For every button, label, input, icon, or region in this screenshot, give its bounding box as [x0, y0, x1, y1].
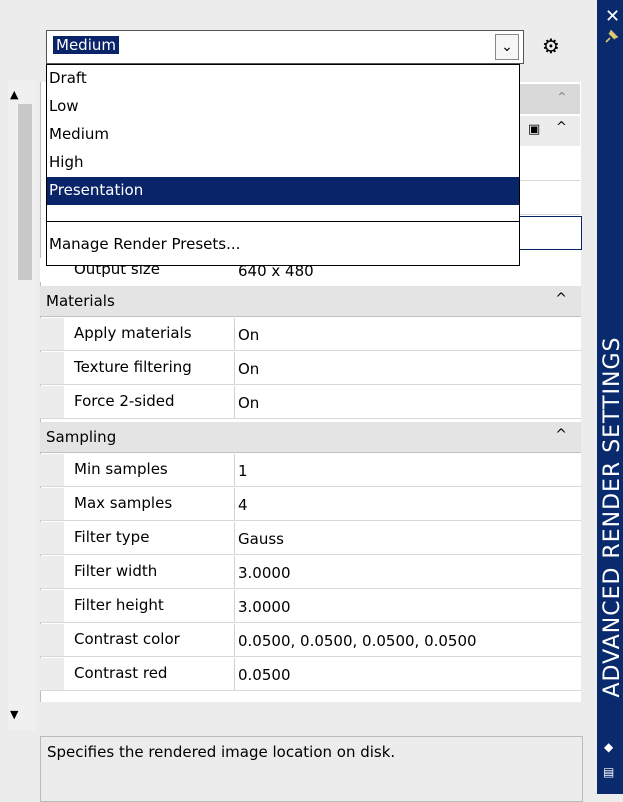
category-sampling[interactable]: Sampling ^ [40, 422, 581, 453]
combo-selected-value: Medium [53, 36, 119, 54]
property-label: Max samples [74, 494, 173, 512]
dropdown-option[interactable]: Medium [47, 121, 519, 149]
property-label: Apply materials [74, 324, 192, 342]
property-value[interactable]: On [238, 326, 259, 344]
property-value[interactable]: 3.0000 [238, 564, 291, 582]
property-row[interactable]: Max samples 4 [40, 488, 581, 521]
scrollbar-thumb[interactable] [18, 104, 32, 280]
scroll-up-icon[interactable]: ▲ [10, 88, 18, 101]
property-value[interactable]: 4 [238, 496, 248, 514]
dropdown-option[interactable]: High [47, 149, 519, 177]
palette-title: ADVANCED RENDER SETTINGS [600, 336, 623, 698]
pin-icon[interactable] [604, 30, 618, 44]
property-value[interactable]: 0.0500 [238, 666, 291, 684]
close-icon[interactable]: ✕ [605, 6, 620, 27]
chevron-up-icon[interactable]: ^ [555, 291, 567, 307]
property-value[interactable]: 0.0500, 0.0500, 0.0500, 0.0500 [238, 632, 477, 650]
property-value[interactable]: 1 [238, 462, 248, 480]
property-label: Contrast red [74, 664, 168, 682]
property-label: Filter type [74, 528, 150, 546]
category-label: Materials [46, 292, 115, 310]
dropdown-option[interactable]: Draft [47, 65, 519, 93]
category-label: Sampling [46, 428, 117, 446]
dropdown-option-highlighted[interactable]: Presentation [47, 177, 519, 205]
property-row[interactable]: Apply materials On [40, 318, 581, 351]
property-value[interactable]: On [238, 394, 259, 412]
scroll-down-icon[interactable]: ▼ [10, 708, 18, 721]
property-label: Min samples [74, 460, 168, 478]
dropdown-separator [47, 221, 519, 222]
hidden-value-cell[interactable] [518, 182, 580, 215]
properties-menu-icon[interactable]: ▤ [603, 765, 614, 779]
render-context-header [518, 84, 580, 114]
property-label: Texture filtering [74, 358, 192, 376]
render-preset-dropdown: Draft Low Medium High Presentation Manag… [46, 64, 520, 266]
render-preset-combo[interactable]: Medium ⌄ [46, 30, 524, 64]
property-label: Force 2-sided [74, 392, 175, 410]
property-row[interactable]: Filter type Gauss [40, 522, 581, 555]
category-materials[interactable]: Materials ^ [40, 286, 581, 317]
dropdown-option[interactable]: Low [47, 93, 519, 121]
property-label: Filter height [74, 596, 164, 614]
description-text: Specifies the rendered image location on… [47, 743, 396, 761]
hidden-value-cell[interactable] [518, 148, 580, 181]
chevron-up-icon[interactable]: ^ [556, 120, 567, 135]
collapse-icon[interactable]: ⌃ [556, 90, 568, 106]
chevron-up-icon[interactable]: ^ [555, 427, 567, 443]
property-row[interactable]: Force 2-sided On [40, 386, 581, 419]
property-row[interactable]: Filter width 3.0000 [40, 556, 581, 589]
property-row[interactable]: Min samples 1 [40, 454, 581, 487]
manage-render-presets-option[interactable]: Manage Render Presets... [47, 231, 519, 259]
property-row[interactable]: Filter height 3.0000 [40, 590, 581, 623]
palette-titlebar[interactable]: ADVANCED RENDER SETTINGS [597, 0, 623, 794]
property-value[interactable]: On [238, 360, 259, 378]
file-icon[interactable]: ▣ [528, 122, 540, 137]
hidden-value-cell[interactable] [518, 216, 582, 250]
property-value[interactable]: Gauss [238, 530, 284, 548]
property-label: Filter width [74, 562, 158, 580]
chevron-down-icon[interactable]: ⌄ [495, 34, 519, 60]
autohide-icon[interactable]: ◆ [604, 740, 613, 754]
property-value[interactable]: 3.0000 [238, 598, 291, 616]
property-label: Contrast color [74, 630, 180, 648]
property-row[interactable]: Contrast red 0.0500 [40, 658, 581, 691]
render-settings-icon[interactable]: ⚙ [536, 33, 566, 59]
property-row[interactable]: Texture filtering On [40, 352, 581, 385]
property-row[interactable]: Contrast color 0.0500, 0.0500, 0.0500, 0… [40, 624, 581, 657]
description-pane: Specifies the rendered image location on… [40, 736, 583, 802]
